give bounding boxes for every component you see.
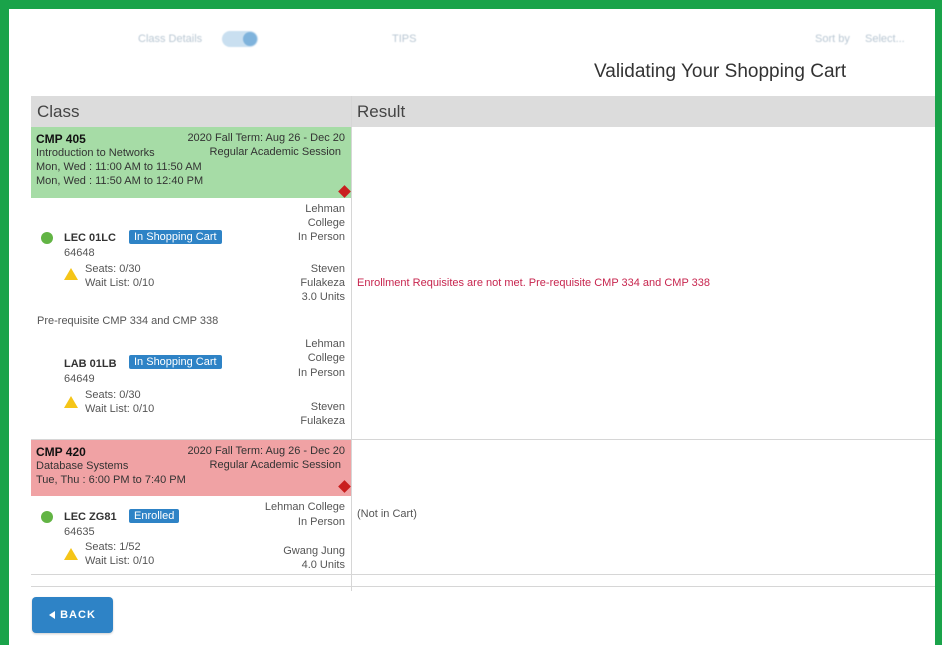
course-meeting: Mon, Wed : 11:00 AM to 11:50 AM	[36, 161, 202, 173]
class-number: 64648	[64, 247, 95, 259]
course-session: Regular Academic Session	[209, 459, 341, 471]
unit-count: 3.0 Units	[301, 291, 345, 303]
table-bottom-border	[31, 586, 935, 587]
seats-count: Seats: 1/52	[85, 541, 141, 553]
prerequisite-note: Pre-requisite CMP 334 and CMP 338	[37, 315, 219, 327]
enrollment-result: (Not in Cart)	[357, 508, 417, 520]
course-meeting: Mon, Wed : 11:50 AM to 12:40 PM	[36, 175, 204, 187]
warning-icon	[64, 268, 78, 280]
section-title: LEC 01LC	[64, 232, 116, 244]
instructor-name: Steven Fulakeza	[300, 401, 345, 427]
section-lab-01lb: LAB 01LB In Shopping Cart 64649 Seats: 0…	[31, 336, 351, 440]
campus-name: Lehman College	[264, 501, 345, 513]
seats-count: Seats: 0/30	[85, 263, 141, 275]
column-header-result: Result	[357, 102, 406, 121]
delivery-mode: In Person	[297, 516, 345, 528]
validation-table: Class Result CMP 405 2020 Fall Term: Aug…	[31, 96, 935, 591]
course-code: CMP 405	[36, 132, 86, 146]
instructor-name: Gwang Jung	[283, 545, 345, 557]
warning-icon	[64, 396, 78, 408]
cart-flag-icon	[338, 185, 351, 198]
shopping-cart-badge: In Shopping Cart	[129, 230, 222, 244]
course-name: Introduction to Networks	[36, 147, 155, 159]
shopping-cart-badge: In Shopping Cart	[129, 355, 222, 369]
class-number: 64635	[64, 526, 95, 538]
instructor-name: Steven Fulakeza	[300, 263, 345, 289]
toggle-knob	[243, 32, 257, 46]
back-button[interactable]: BACK	[32, 597, 113, 633]
back-button-label: BACK	[60, 609, 96, 621]
column-header-class: Class	[37, 102, 80, 121]
enrolled-badge: Enrolled	[129, 509, 180, 523]
open-status-icon	[41, 232, 53, 244]
enrollment-result-error: Enrollment Requisites are not met. Pre-r…	[357, 277, 710, 289]
delivery-mode: In Person	[297, 231, 345, 243]
cart-flag-icon	[338, 480, 351, 493]
warning-icon	[64, 548, 78, 560]
sort-label: Sort by	[815, 33, 850, 45]
section-title: LAB 01LB	[64, 358, 117, 370]
course-term: 2020 Fall Term: Aug 26 - Dec 20	[187, 445, 345, 457]
section-lec-01lc: LEC 01LC In Shopping Cart 64648 Seats: 0…	[31, 198, 351, 316]
campus-name: Lehman College	[305, 338, 345, 364]
waitlist-count: Wait List: 0/10	[85, 277, 155, 289]
course-name: Database Systems	[36, 460, 129, 472]
unit-count: 4.0 Units	[301, 559, 345, 571]
course-header-cmp420: CMP 420 2020 Fall Term: Aug 26 - Dec 20 …	[31, 440, 351, 496]
back-arrow-icon	[49, 611, 56, 619]
section-title: LEC ZG81	[64, 511, 117, 523]
class-details-toggle[interactable]	[222, 31, 258, 47]
column-divider	[351, 96, 352, 591]
delivery-mode: In Person	[297, 367, 345, 379]
course-header-cmp405: CMP 405 2020 Fall Term: Aug 26 - Dec 20 …	[31, 127, 351, 198]
tips-link[interactable]: TIPS	[392, 33, 416, 45]
sort-select[interactable]: Select...	[865, 33, 905, 45]
course-meeting: Tue, Thu : 6:00 PM to 7:40 PM	[36, 474, 186, 486]
course-term: 2020 Fall Term: Aug 26 - Dec 20	[187, 132, 345, 144]
waitlist-count: Wait List: 0/10	[85, 555, 155, 567]
page-title: Validating Your Shopping Cart	[594, 61, 847, 82]
open-status-icon	[41, 511, 53, 523]
seats-count: Seats: 0/30	[85, 389, 141, 401]
section-lec-zg81: LEC ZG81 Enrolled 64635 Seats: 1/52 Wait…	[31, 496, 351, 586]
waitlist-count: Wait List: 0/10	[85, 403, 155, 415]
class-number: 64649	[64, 373, 95, 385]
campus-name: Lehman College	[305, 203, 345, 229]
class-details-label: Class Details	[138, 33, 203, 45]
course-code: CMP 420	[36, 445, 86, 459]
course-session: Regular Academic Session	[209, 146, 341, 158]
blurred-toolbar: Class Details TIPS Sort by Select...	[30, 24, 935, 54]
table-header: Class Result	[31, 96, 935, 127]
row-divider	[31, 574, 935, 575]
